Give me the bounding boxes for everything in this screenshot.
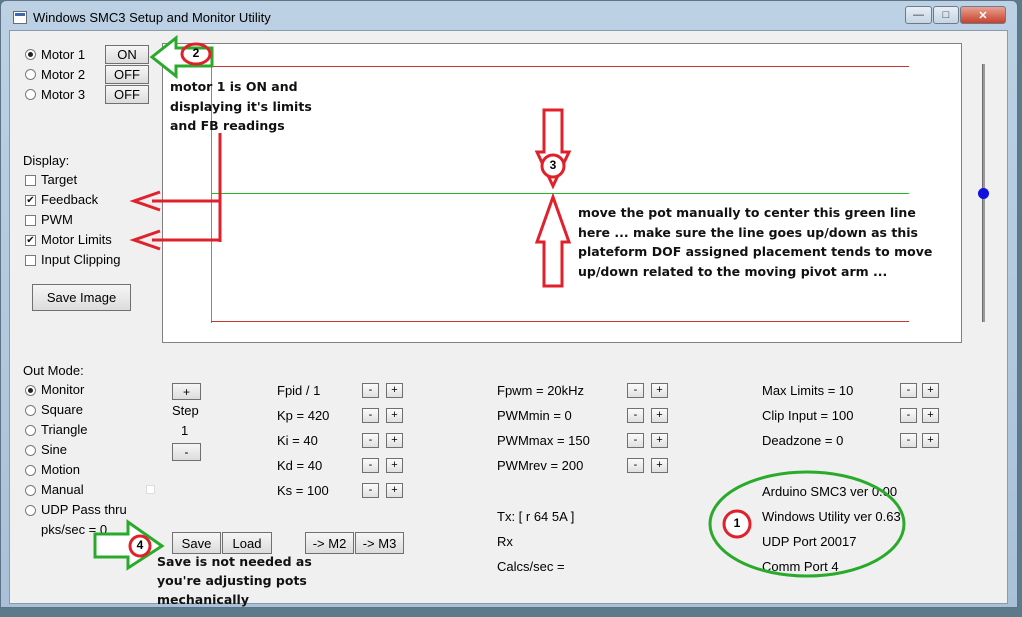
motor-note-line: motor 1 is ON and: [170, 79, 298, 94]
badge-4: 4: [136, 538, 144, 552]
save-note-line: Save is not needed as: [157, 554, 312, 569]
badge-2: 2: [192, 46, 200, 60]
motor-note-line: displaying it's limits: [170, 98, 312, 114]
arrow-to-save: [93, 519, 165, 571]
pot-note: move the pot manually to center this gre…: [578, 203, 932, 281]
pot-note-line: plateform DOF assigned placement tends t…: [578, 244, 933, 259]
motor-note-line: and FB readings: [170, 118, 285, 133]
pot-note-line: here ... make sure the line goes up/down…: [578, 224, 918, 240]
annotation-overlay: [93, 34, 906, 578]
save-note: Save is not needed as you're adjusting p…: [157, 552, 312, 609]
arrow-up: [534, 192, 572, 288]
save-note-line: mechanically: [157, 592, 249, 607]
save-note-line: you're adjusting pots: [157, 573, 307, 588]
pot-note-line: move the pot manually to center this gre…: [578, 205, 916, 220]
badge-3: 3: [549, 158, 557, 172]
motor-note: motor 1 is ON and displaying it's limits…: [170, 77, 312, 136]
badge-1: 1: [733, 516, 741, 530]
pot-note-line: up/down related to the moving pivot arm …: [578, 263, 888, 279]
